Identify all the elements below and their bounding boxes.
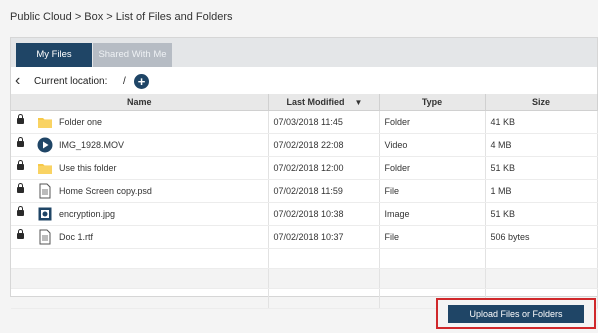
file-name[interactable]: IMG_1928.MOV: [59, 140, 124, 150]
size-cell: 1 MB: [485, 179, 598, 203]
table-row[interactable]: Doc 1.rtf 07/02/2018 10:37 File 506 bytes: [11, 225, 598, 249]
modified-cell: 07/02/2018 12:00: [268, 156, 380, 180]
type-cell: Image: [379, 202, 486, 226]
size-cell: 506 bytes: [485, 225, 598, 249]
table-row[interactable]: encryption.jpg 07/02/2018 10:38 Image 51 KB: [11, 202, 598, 226]
lock-icon: [17, 160, 24, 170]
modified-cell: 07/02/2018 10:37: [268, 225, 380, 249]
modified-cell: 07/02/2018 10:38: [268, 202, 380, 226]
table-row[interactable]: Home Screen copy.psd 07/02/2018 11:59 File…: [11, 179, 598, 203]
upload-files-button[interactable]: Upload Files or Folders: [448, 305, 584, 323]
type-cell: File: [379, 225, 486, 249]
column-header-name-label: Name: [126, 97, 152, 107]
tab-bar: My Files Shared With Me: [11, 38, 597, 67]
video-icon: [37, 137, 53, 153]
file-name[interactable]: Doc 1.rtf: [59, 232, 93, 242]
folder-icon: [37, 114, 53, 130]
modified-cell: 07/02/2018 11:59: [268, 179, 380, 203]
column-header-last-modified[interactable]: Last Modified ▼: [268, 94, 380, 111]
modified-cell: 07/03/2018 11:45: [268, 110, 380, 134]
image-icon: [37, 206, 53, 222]
table-row[interactable]: Folder one 07/03/2018 11:45 Folder 41 KB: [11, 110, 598, 134]
size-cell: 51 KB: [485, 202, 598, 226]
lock-icon: [17, 229, 24, 239]
empty-row: [11, 268, 598, 289]
current-location-label: Current location:: [34, 76, 108, 87]
column-header-size-label: Size: [531, 97, 550, 107]
table-row[interactable]: IMG_1928.MOV 07/02/2018 22:08 Video 4 MB: [11, 133, 598, 157]
tab-shared-with-me[interactable]: Shared With Me: [93, 43, 172, 67]
file-name[interactable]: encryption.jpg: [59, 209, 115, 219]
table-row[interactable]: Use this folder 07/02/2018 12:00 Folder 51 …: [11, 156, 598, 180]
lock-icon: [17, 114, 24, 124]
name-cell: Home Screen copy.psd: [11, 179, 269, 203]
name-cell: IMG_1928.MOV: [11, 133, 269, 157]
column-header-name[interactable]: Name: [11, 94, 269, 111]
size-cell: 4 MB: [485, 133, 598, 157]
column-header-type-label: Type: [421, 97, 443, 107]
document-icon: [37, 183, 53, 199]
size-cell: 41 KB: [485, 110, 598, 134]
lock-icon: [17, 137, 24, 147]
modified-cell: 07/02/2018 22:08: [268, 133, 380, 157]
type-cell: Folder: [379, 110, 486, 134]
table-header-row: Name Last Modified ▼ Type Size: [11, 94, 598, 111]
back-chevron-icon[interactable]: ‹: [15, 73, 29, 89]
file-name[interactable]: Use this folder: [59, 163, 117, 173]
folder-icon: [37, 160, 53, 176]
column-header-type[interactable]: Type: [379, 94, 486, 111]
name-cell: Folder one: [11, 110, 269, 134]
location-bar: ‹ Current location: / +: [11, 71, 597, 93]
type-cell: Folder: [379, 156, 486, 180]
upload-highlight-box: Upload Files or Folders: [436, 298, 596, 329]
lock-icon: [17, 206, 24, 216]
tab-my-files[interactable]: My Files: [16, 43, 92, 67]
name-cell: encryption.jpg: [11, 202, 269, 226]
name-cell: Use this folder: [11, 156, 269, 180]
file-name[interactable]: Folder one: [59, 117, 102, 127]
file-table: Name Last Modified ▼ Type Size Folder one…: [11, 94, 598, 309]
type-cell: File: [379, 179, 486, 203]
column-header-size[interactable]: Size: [485, 94, 598, 111]
add-icon[interactable]: +: [134, 74, 149, 89]
file-name[interactable]: Home Screen copy.psd: [59, 186, 152, 196]
sort-descending-icon[interactable]: ▼: [355, 98, 363, 107]
lock-icon: [17, 183, 24, 193]
size-cell: 51 KB: [485, 156, 598, 180]
column-header-modified-label: Last Modified: [286, 97, 345, 107]
breadcrumb: Public Cloud > Box > List of Files and F…: [10, 11, 233, 23]
file-browser-panel: My Files Shared With Me ‹ Current locati…: [10, 37, 598, 309]
empty-row: [11, 248, 598, 269]
current-location-path: /: [123, 76, 126, 87]
name-cell: Doc 1.rtf: [11, 225, 269, 249]
document-icon: [37, 229, 53, 245]
type-cell: Video: [379, 133, 486, 157]
